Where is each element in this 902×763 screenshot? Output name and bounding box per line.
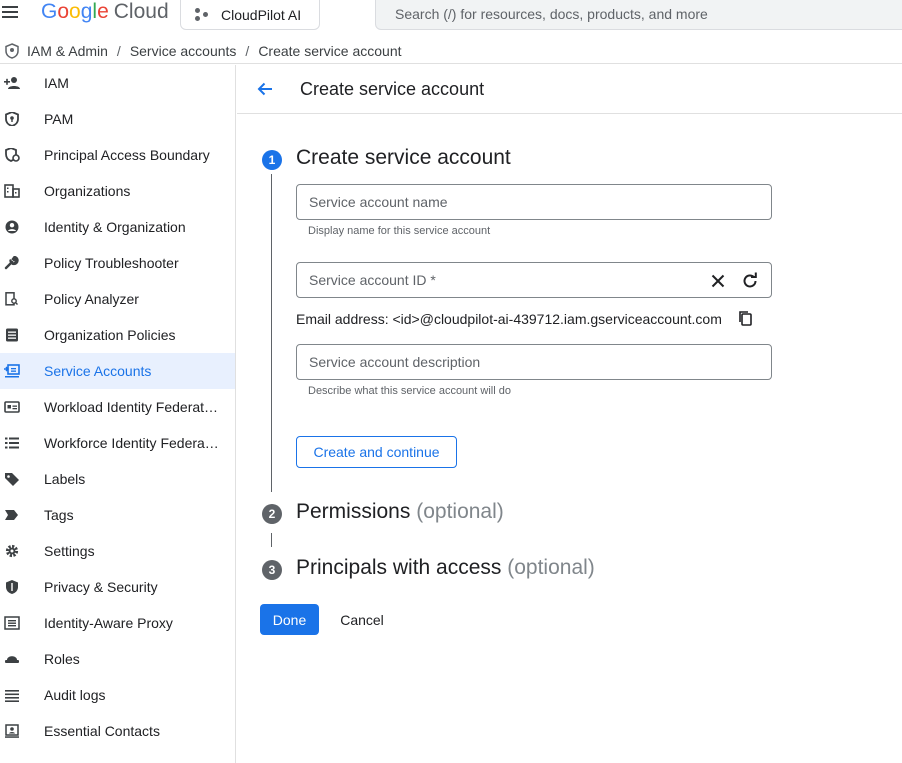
create-and-continue-button[interactable]: Create and continue xyxy=(296,436,457,468)
sidebar-item-roles[interactable]: Roles xyxy=(0,641,235,677)
refresh-icon[interactable] xyxy=(741,272,759,290)
document-search-icon xyxy=(5,292,18,306)
list-document-icon xyxy=(6,328,18,342)
service-account-name-field[interactable] xyxy=(296,184,772,220)
shield-key-icon xyxy=(5,112,19,126)
page-title: Create service account xyxy=(300,79,485,99)
breadcrumb-separator: / xyxy=(245,42,250,59)
sidebar-item-essential-contacts[interactable]: Essential Contacts xyxy=(0,713,235,749)
sidebar-item-settings[interactable]: Settings xyxy=(0,533,235,569)
account-circle-icon xyxy=(5,220,19,234)
search-placeholder: Search (/) for resources, docs, products… xyxy=(395,6,708,22)
breadcrumb-current: Create service account xyxy=(258,42,402,59)
sidebar-item-pam[interactable]: PAM xyxy=(0,101,235,137)
project-picker-button[interactable]: CloudPilot AI xyxy=(180,0,320,30)
service-account-icon xyxy=(4,364,20,378)
breadcrumb: IAM & Admin / Service accounts / Create … xyxy=(0,38,902,64)
sidebar-item-labels[interactable]: Labels xyxy=(0,461,235,497)
main-content: Create service account 1 Create service … xyxy=(237,65,902,763)
sidebar-item-tags[interactable]: Tags xyxy=(0,497,235,533)
cancel-button[interactable]: Cancel xyxy=(330,604,394,635)
service-account-name-input[interactable] xyxy=(297,185,677,219)
step-2-number: 2 xyxy=(262,504,282,524)
step-1-number: 1 xyxy=(262,150,282,170)
sidebar-item-policy-analyzer[interactable]: Policy Analyzer xyxy=(0,281,235,317)
search-input[interactable]: Search (/) for resources, docs, products… xyxy=(375,0,902,30)
step-3-title[interactable]: Principals with access (optional) xyxy=(296,556,595,580)
gear-icon xyxy=(5,544,19,558)
wrench-icon xyxy=(4,256,19,270)
email-address-text: Email address: <id>@cloudpilot-ai-439712… xyxy=(296,311,722,327)
sidebar-item-identity-aware-proxy[interactable]: Identity-Aware Proxy xyxy=(0,605,235,641)
service-account-id-input[interactable] xyxy=(297,263,677,297)
sidebar-item-workload-identity-federation[interactable]: Workload Identity Federat… xyxy=(0,389,235,425)
service-account-description-field[interactable] xyxy=(296,344,772,380)
tag-arrow-icon xyxy=(5,510,18,520)
done-button[interactable]: Done xyxy=(260,604,319,635)
breadcrumb-separator: / xyxy=(116,42,121,59)
shield-icon xyxy=(6,580,18,594)
step-2-title[interactable]: Permissions (optional) xyxy=(296,500,504,524)
contact-card-icon xyxy=(5,724,19,738)
project-icon xyxy=(195,8,211,22)
top-bar: Google Cloud CloudPilot AI Search (/) for… xyxy=(0,0,902,36)
hat-icon xyxy=(5,656,19,663)
service-account-id-field[interactable] xyxy=(296,262,772,298)
description-hint: Describe what this service account will … xyxy=(308,385,511,397)
sidebar-item-workforce-identity-federation[interactable]: Workforce Identity Federa… xyxy=(0,425,235,461)
service-account-description-input[interactable] xyxy=(297,345,677,379)
sidebar-item-organization-policies[interactable]: Organization Policies xyxy=(0,317,235,353)
sidebar-item-service-accounts[interactable]: Service Accounts xyxy=(0,353,235,389)
step-1-title: Create service account xyxy=(296,146,511,169)
google-cloud-logo[interactable]: Google Cloud xyxy=(41,0,169,24)
sidebar-item-iam[interactable]: IAM xyxy=(0,65,235,101)
label-icon xyxy=(5,473,19,486)
breadcrumb-service-accounts[interactable]: Service accounts xyxy=(130,43,237,59)
menu-icon[interactable] xyxy=(2,4,18,20)
step-3-number: 3 xyxy=(262,560,282,580)
step-connector xyxy=(271,174,272,492)
sidebar-item-privacy-security[interactable]: Privacy & Security xyxy=(0,569,235,605)
sidebar-item-principal-access-boundary[interactable]: Principal Access Boundary xyxy=(0,137,235,173)
policy-boundary-icon xyxy=(5,148,20,162)
building-icon xyxy=(4,184,20,198)
lines-icon xyxy=(5,690,19,702)
page-header: Create service account xyxy=(237,65,902,114)
clear-icon[interactable] xyxy=(709,272,727,290)
sidebar: IAM PAM Principal Access Boundary Organi… xyxy=(0,65,236,763)
sidebar-item-organizations[interactable]: Organizations xyxy=(0,173,235,209)
breadcrumb-iam-admin[interactable]: IAM & Admin xyxy=(27,43,108,59)
shield-icon xyxy=(5,42,19,59)
list-icon xyxy=(5,437,19,449)
back-arrow-icon[interactable] xyxy=(255,79,275,99)
sidebar-item-policy-troubleshooter[interactable]: Policy Troubleshooter xyxy=(0,245,235,281)
step-connector xyxy=(271,533,272,547)
proxy-icon xyxy=(4,616,20,630)
project-name: CloudPilot AI xyxy=(221,7,302,23)
name-hint: Display name for this service account xyxy=(308,225,491,237)
person-add-icon xyxy=(4,77,20,89)
sidebar-item-identity-organization[interactable]: Identity & Organization xyxy=(0,209,235,245)
copy-icon[interactable] xyxy=(737,310,753,326)
id-card-icon xyxy=(4,401,20,413)
sidebar-item-audit-logs[interactable]: Audit logs xyxy=(0,677,235,713)
